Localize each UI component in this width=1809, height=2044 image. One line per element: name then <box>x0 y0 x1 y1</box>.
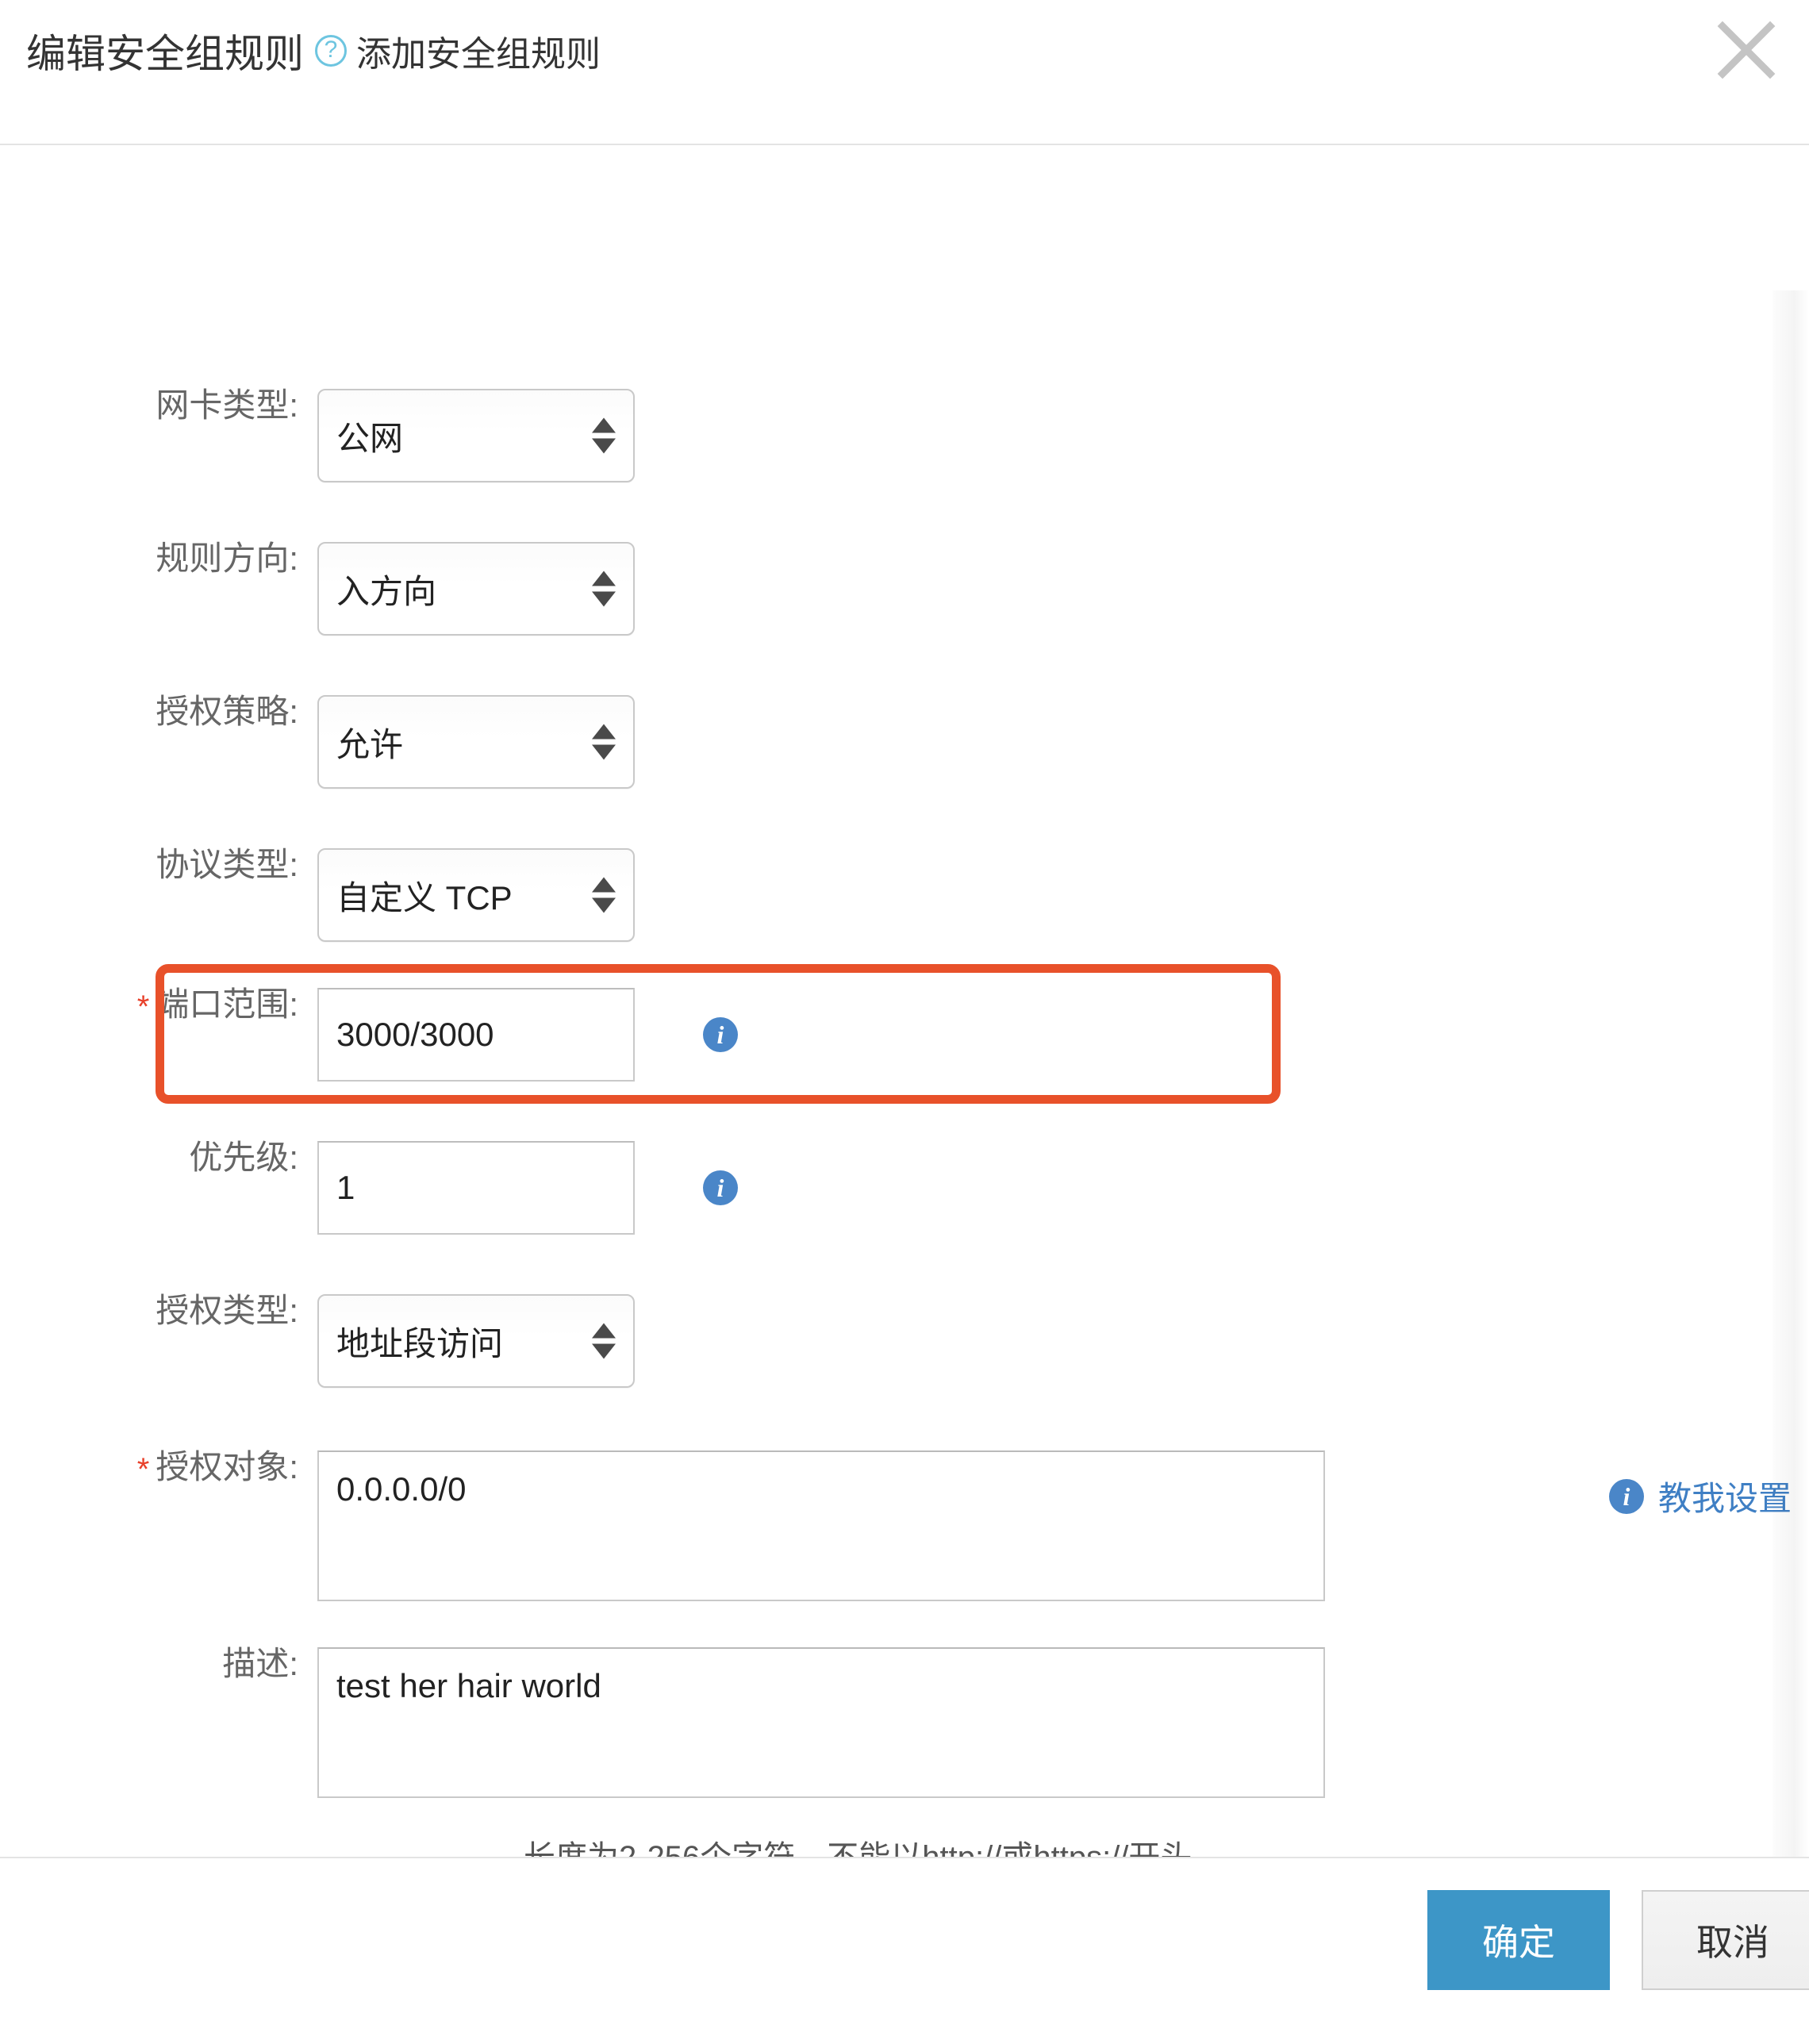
label-auth-policy: 授权策略: <box>156 693 298 730</box>
select-protocol-type-value: 自定义 TCP <box>336 878 513 916</box>
info-icon: i <box>1609 1478 1644 1514</box>
label-priority: 优先级: <box>189 1139 298 1176</box>
field-row-auth-policy: 授权策略: 允许 <box>0 695 635 789</box>
description-hint: 长度为2-256个字符，不能以http://或https://开头。 <box>524 1831 1223 1857</box>
select-auth-type[interactable]: 地址段访问 <box>317 1294 635 1388</box>
cancel-button[interactable]: 取消 <box>1642 1890 1809 1990</box>
field-row-nic-type: 网卡类型: 公网 <box>0 389 635 482</box>
dialog-title-group: 编辑安全组规则 ? 添加安全组规则 <box>26 22 601 79</box>
input-port-range-value: 3000/3000 <box>336 1016 494 1053</box>
required-marker: * <box>136 989 150 1024</box>
required-marker: * <box>136 1452 150 1487</box>
chevron-updown-icon <box>592 417 616 454</box>
chevron-updown-icon <box>592 877 616 913</box>
dialog-header: 编辑安全组规则 ? 添加安全组规则 <box>0 0 1809 145</box>
select-nic-type[interactable]: 公网 <box>317 389 635 482</box>
label-nic-type: 网卡类型: <box>156 386 298 424</box>
dialog-subtitle: 添加安全组规则 <box>356 35 601 74</box>
close-icon[interactable] <box>1717 21 1776 79</box>
port-range-info-wrap: i <box>703 988 738 1082</box>
field-row-auth-object: * 授权对象: 0.0.0.0/0 <box>0 1450 1325 1601</box>
textarea-auth-object[interactable]: 0.0.0.0/0 <box>317 1450 1325 1601</box>
security-group-rule-dialog: 编辑安全组规则 ? 添加安全组规则 网卡类型: 公网 规则方向: 入方向 授权策… <box>0 0 1809 2044</box>
label-port-range: * 端口范围: <box>0 986 317 1024</box>
page-title: 编辑安全组规则 <box>26 32 304 76</box>
chevron-updown-icon <box>592 724 616 760</box>
select-rule-direction[interactable]: 入方向 <box>317 542 635 636</box>
label-protocol-type: 协议类型: <box>156 846 298 883</box>
select-protocol-type[interactable]: 自定义 TCP <box>317 848 635 942</box>
label-auth-object-text: 授权对象: <box>156 1448 298 1485</box>
chevron-updown-icon <box>592 571 616 607</box>
label-auth-type: 授权类型: <box>156 1292 298 1329</box>
confirm-button[interactable]: 确定 <box>1427 1890 1610 1990</box>
teach-me-link-label: 教我设置 <box>1658 1480 1792 1517</box>
input-priority-value: 1 <box>336 1169 355 1206</box>
question-mark-circle-icon[interactable]: ? <box>315 35 347 67</box>
field-row-port-range: * 端口范围: 3000/3000 i <box>0 988 738 1082</box>
info-icon[interactable]: i <box>703 1170 738 1205</box>
label-rule-direction: 规则方向: <box>156 540 298 577</box>
textarea-auth-object-value: 0.0.0.0/0 <box>336 1470 467 1508</box>
textarea-description-value: test her hair world <box>336 1667 601 1704</box>
input-port-range[interactable]: 3000/3000 <box>317 988 635 1082</box>
info-icon[interactable]: i <box>703 1017 738 1052</box>
select-auth-policy-value: 允许 <box>336 725 404 763</box>
select-auth-policy[interactable]: 允许 <box>317 695 635 789</box>
select-rule-direction-value: 入方向 <box>336 572 437 610</box>
label-port-range-text: 端口范围: <box>156 986 298 1023</box>
field-row-description: 描述: test her hair world <box>0 1647 1325 1798</box>
teach-me-link[interactable]: i 教我设置 <box>1609 1472 1792 1520</box>
field-row-rule-direction: 规则方向: 入方向 <box>0 542 635 636</box>
chevron-updown-icon <box>592 1323 616 1359</box>
field-row-auth-type: 授权类型: 地址段访问 <box>0 1294 635 1388</box>
label-auth-object: * 授权对象: <box>0 1448 317 1487</box>
field-row-protocol-type: 协议类型: 自定义 TCP <box>0 848 635 942</box>
select-nic-type-value: 公网 <box>336 419 404 457</box>
dialog-right-edge <box>1773 290 1809 1857</box>
label-description: 描述: <box>222 1645 298 1682</box>
priority-info-wrap: i <box>703 1141 738 1235</box>
field-row-priority: 优先级: 1 i <box>0 1141 738 1235</box>
textarea-description[interactable]: test her hair world <box>317 1647 1325 1798</box>
dialog-body: 网卡类型: 公网 规则方向: 入方向 授权策略: 允许 协议类型: 自定义 TC… <box>0 145 1809 1857</box>
dialog-footer: 确定 取消 <box>0 1857 1809 2044</box>
select-auth-type-value: 地址段访问 <box>336 1324 504 1362</box>
input-priority[interactable]: 1 <box>317 1141 635 1235</box>
